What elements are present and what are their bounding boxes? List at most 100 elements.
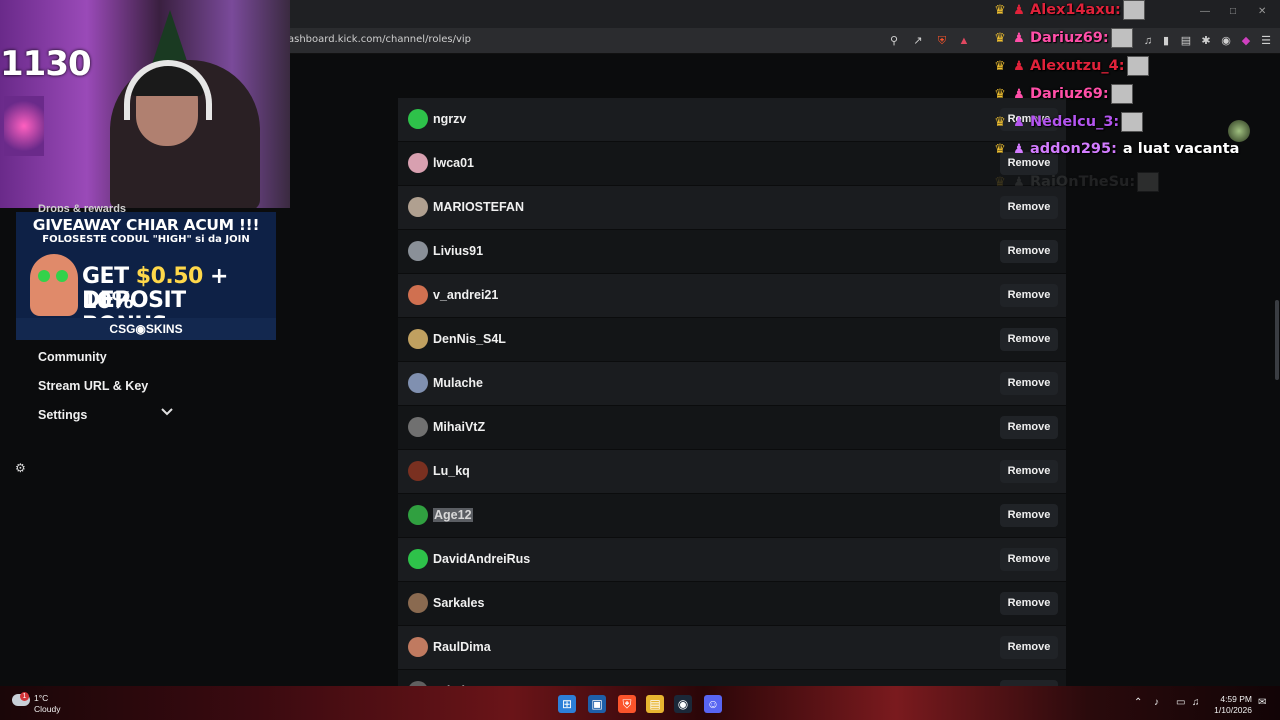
remove-button[interactable]: Remove [1000,196,1058,219]
chat-text: a luat vacanta [1122,140,1240,157]
chat-message: ♛ ♟ Dariuz69: [992,84,1133,104]
remove-button[interactable]: Remove [1000,240,1058,263]
chat-emote [1110,84,1133,104]
vip-row: Mulache Remove [398,362,1066,405]
chat-emote [1137,172,1160,192]
avatar [408,109,428,129]
close-icon[interactable]: ✕ [1258,6,1266,17]
volume-icon[interactable]: ♪ [1154,697,1159,708]
remove-button[interactable]: Remove [1000,284,1058,307]
ad-subline: FOLOSESTE CODUL "HIGH" si da JOIN [42,234,250,245]
speaker-icon[interactable]: ♫ [1192,697,1200,708]
chat-username: addon295: [1030,140,1117,157]
sub-badge-icon: ♟ [1013,86,1025,101]
scrollbar[interactable] [1275,300,1279,380]
clock-time[interactable]: 4:59 PM [1212,694,1252,704]
vip-username: MihaiVtZ [433,420,486,434]
avatar [408,417,428,437]
wallet-icon[interactable]: ▤ [1178,33,1194,49]
webcam-overlay: 1130 [0,0,290,208]
remove-button[interactable]: Remove [1000,592,1058,615]
extensions-icon[interactable]: ✱ [1198,33,1214,49]
vip-row: MARIOSTEFAN Remove [398,186,1066,229]
vip-username: v_andrei21 [433,288,499,302]
chat-username: Dariuz69: [1030,86,1109,102]
vip-username: ngrzv [433,112,467,126]
leo-icon[interactable]: ◆ [1238,33,1254,49]
gear-icon: ⚙ [15,461,26,475]
vip-row: Livius91 Remove [398,230,1066,273]
remove-button[interactable]: Remove [1000,548,1058,571]
discord-icon[interactable]: ☺ [704,695,722,713]
vip-row: DavidAndreiRus Remove [398,538,1066,581]
music-icon[interactable]: ♫ [1140,33,1156,49]
file-explorer-icon[interactable]: ▤ [646,695,664,713]
nav-settings[interactable]: Settings [38,408,87,422]
sub-badge-icon: ♟ [1013,2,1025,17]
avatar [408,549,428,569]
remove-button[interactable]: Remove [1000,416,1058,439]
vip-username: Age12 [433,508,473,522]
vip-username: DenNis_S4L [433,332,506,346]
chevron-down-icon[interactable] [160,405,174,419]
vip-username: Mulache [433,376,484,390]
minimize-icon[interactable]: — [1200,6,1210,17]
nav-community[interactable]: Community [38,350,107,364]
ad-mascot-eye [56,270,68,282]
rewards-icon[interactable]: ▲ [956,33,972,49]
avatar [408,241,428,261]
notification-icon[interactable]: ✉ [1258,697,1266,708]
avatar [408,637,428,657]
network-icon[interactable]: ▭ [1176,697,1185,708]
vip-username: MARIOSTEFAN [433,200,524,214]
chat-message: ♛ ♟ Nedelcu_3: [992,112,1144,132]
chat-message: ♛ ♟ addon295: a luat vacanta [992,140,1239,160]
sidebar-icon[interactable]: ▮ [1158,33,1174,49]
url-text[interactable]: ashboard.kick.com/channel/roles/vip [288,34,471,45]
steam-icon[interactable]: ◉ [674,695,692,713]
vip-username: Lu_kq [433,464,470,478]
vpn-icon[interactable]: ◉ [1218,33,1234,49]
remove-button[interactable]: Remove [1000,460,1058,483]
remove-button[interactable]: Remove [1000,328,1058,351]
desktop-icon[interactable]: ▣ [588,695,606,713]
sub-badge-icon: ♟ [1013,174,1025,189]
vip-row: RaulDima Remove [398,626,1066,669]
weather-desc[interactable]: Cloudy [34,704,60,714]
vip-username: DavidAndreiRus [433,552,531,566]
vip-username: lwca01 [433,156,475,170]
taskbar: 1 1°C Cloudy ⊞ ▣ ⛨ ▤ ◉ ☺ ⌃ ♪ ▭ ♫ 4:59 PM… [0,686,1280,720]
chat-message: ♛ ♟ Dariuz69: [992,28,1133,48]
chat-username: Alexutzu_4: [1030,58,1125,74]
vip-row: v_andrei21 Remove [398,274,1066,317]
chat-message: ♛ ♟ Alexutzu_4: [992,56,1149,76]
user-avatar[interactable] [1228,120,1250,142]
brave-browser-icon[interactable]: ⛨ [618,695,636,713]
vip-row: ngrzv Remove [398,98,1066,141]
brave-shield-icon[interactable]: ⛨ [934,33,950,49]
crown-badge-icon: ♛ [994,174,1006,189]
chat-username: RaiOnTheSu: [1030,174,1136,190]
share-icon[interactable]: ↗ [910,33,926,49]
windows-start-icon[interactable]: ⊞ [558,695,576,713]
crown-badge-icon: ♛ [994,114,1006,129]
menu-icon[interactable]: ☰ [1258,33,1274,49]
avatar [408,373,428,393]
remove-button[interactable]: Remove [1000,636,1058,659]
remove-button[interactable]: Remove [1000,504,1058,527]
crown-badge-icon: ♛ [994,58,1006,73]
ad-brand: CSG◉SKINS [16,318,276,340]
vip-row: Age12 Remove [398,494,1066,537]
weather-temp[interactable]: 1°C [34,693,48,703]
maximize-icon[interactable]: □ [1230,6,1236,17]
zoom-icon[interactable]: ⚲ [886,33,902,49]
avatar [408,461,428,481]
nav-stream-url[interactable]: Stream URL & Key [38,379,148,393]
vip-row: MihaiVtZ Remove [398,406,1066,449]
vip-row: DenNis_S4L Remove [398,318,1066,361]
chevron-up-icon[interactable]: ⌃ [1134,697,1142,708]
clock-date[interactable]: 1/10/2026 [1212,705,1252,715]
screen: — □ ✕ ashboard.kick.com/channel/roles/vi… [0,0,1280,720]
remove-button[interactable]: Remove [1000,372,1058,395]
webcam-overlay-text: 1130 [0,44,92,84]
